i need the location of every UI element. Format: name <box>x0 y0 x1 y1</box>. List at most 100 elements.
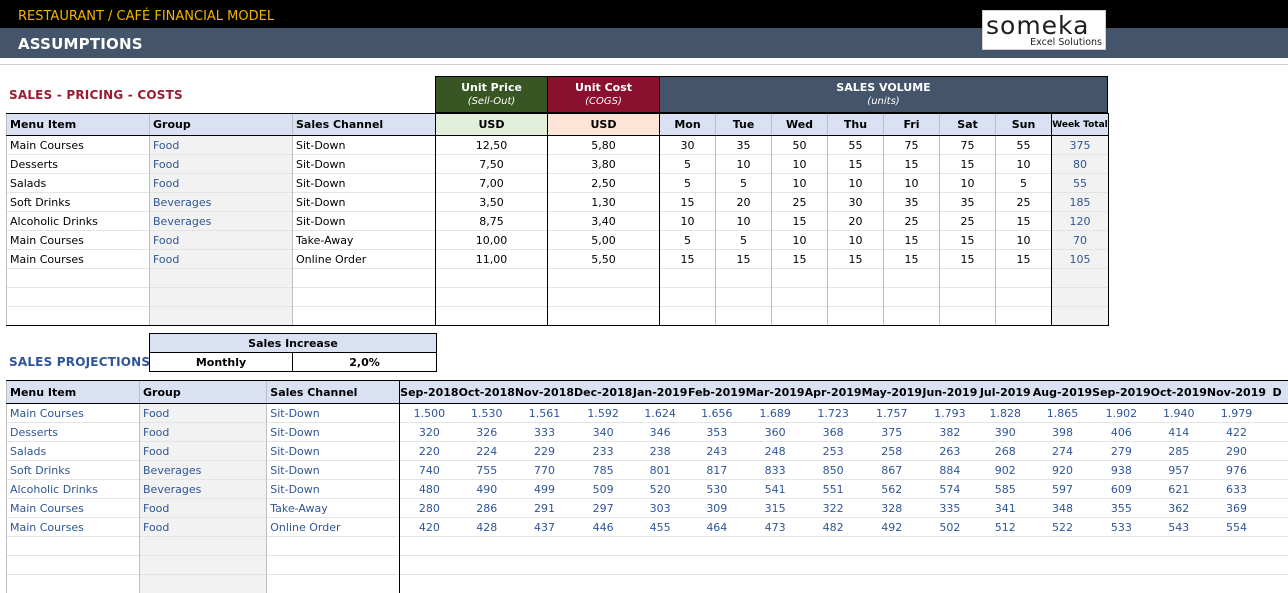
group-cell[interactable] <box>150 269 293 288</box>
volume-cell[interactable]: 5 <box>716 174 772 193</box>
volume-cell[interactable]: 75 <box>884 136 940 155</box>
volume-cell[interactable]: 55 <box>828 136 884 155</box>
volume-cell[interactable]: 50 <box>772 136 828 155</box>
volume-cell[interactable]: 10 <box>996 155 1052 174</box>
menu-item-cell[interactable]: Desserts <box>7 155 150 174</box>
unit-price-cell[interactable]: 3,50 <box>436 193 548 212</box>
volume-cell[interactable]: 25 <box>772 193 828 212</box>
group-cell[interactable]: Food <box>150 250 293 269</box>
volume-cell[interactable]: 15 <box>996 250 1052 269</box>
volume-cell[interactable]: 35 <box>940 193 996 212</box>
volume-cell[interactable]: 25 <box>884 212 940 231</box>
volume-cell[interactable]: 10 <box>772 231 828 250</box>
sales-channel-cell[interactable]: Online Order <box>293 250 436 269</box>
menu-item-cell[interactable] <box>7 288 150 307</box>
sales-channel-cell[interactable]: Sit-Down <box>293 193 436 212</box>
volume-cell[interactable]: 15 <box>940 155 996 174</box>
someka-logo[interactable]: someka Excel Solutions <box>982 10 1106 50</box>
unit-cost-cell[interactable]: 2,50 <box>548 174 660 193</box>
volume-cell[interactable]: 10 <box>996 231 1052 250</box>
unit-price-cell[interactable]: 7,00 <box>436 174 548 193</box>
volume-cell[interactable]: 15 <box>884 231 940 250</box>
unit-price-cell[interactable] <box>436 269 548 288</box>
volume-cell[interactable]: 25 <box>940 212 996 231</box>
volume-cell[interactable] <box>828 307 884 326</box>
unit-cost-cell[interactable]: 5,80 <box>548 136 660 155</box>
sales-channel-cell[interactable]: Sit-Down <box>293 212 436 231</box>
volume-cell[interactable]: 15 <box>772 212 828 231</box>
volume-cell[interactable] <box>828 269 884 288</box>
volume-cell[interactable]: 5 <box>660 231 716 250</box>
group-cell[interactable]: Food <box>150 231 293 250</box>
volume-cell[interactable]: 5 <box>996 174 1052 193</box>
volume-cell[interactable]: 15 <box>940 231 996 250</box>
volume-cell[interactable]: 20 <box>828 212 884 231</box>
volume-cell[interactable]: 10 <box>828 231 884 250</box>
volume-cell[interactable]: 10 <box>716 155 772 174</box>
sales-channel-cell[interactable]: Sit-Down <box>293 136 436 155</box>
volume-cell[interactable] <box>996 288 1052 307</box>
unit-cost-cell[interactable]: 5,50 <box>548 250 660 269</box>
volume-cell[interactable]: 15 <box>660 250 716 269</box>
volume-cell[interactable] <box>660 307 716 326</box>
volume-cell[interactable]: 10 <box>772 155 828 174</box>
group-cell[interactable]: Food <box>150 174 293 193</box>
menu-item-cell[interactable]: Main Courses <box>7 136 150 155</box>
unit-cost-cell[interactable]: 3,40 <box>548 212 660 231</box>
volume-cell[interactable] <box>884 307 940 326</box>
volume-cell[interactable]: 5 <box>660 155 716 174</box>
unit-price-cell[interactable]: 11,00 <box>436 250 548 269</box>
unit-cost-cell[interactable]: 1,30 <box>548 193 660 212</box>
volume-cell[interactable] <box>940 288 996 307</box>
sales-channel-cell[interactable] <box>293 288 436 307</box>
volume-cell[interactable] <box>828 288 884 307</box>
volume-cell[interactable]: 10 <box>884 174 940 193</box>
group-cell[interactable] <box>150 307 293 326</box>
unit-cost-cell[interactable] <box>548 307 660 326</box>
volume-cell[interactable]: 15 <box>940 250 996 269</box>
menu-item-cell[interactable]: Main Courses <box>7 250 150 269</box>
volume-cell[interactable]: 55 <box>996 136 1052 155</box>
group-cell[interactable] <box>150 288 293 307</box>
unit-cost-cell[interactable]: 5,00 <box>548 231 660 250</box>
volume-cell[interactable]: 15 <box>828 250 884 269</box>
volume-cell[interactable] <box>716 307 772 326</box>
sales-channel-cell[interactable]: Sit-Down <box>293 155 436 174</box>
volume-cell[interactable] <box>772 269 828 288</box>
volume-cell[interactable]: 5 <box>660 174 716 193</box>
volume-cell[interactable] <box>716 288 772 307</box>
volume-cell[interactable]: 10 <box>716 212 772 231</box>
volume-cell[interactable] <box>660 288 716 307</box>
menu-item-cell[interactable]: Salads <box>7 174 150 193</box>
unit-price-cell[interactable]: 8,75 <box>436 212 548 231</box>
unit-cost-cell[interactable] <box>548 288 660 307</box>
group-cell[interactable]: Beverages <box>150 212 293 231</box>
volume-cell[interactable] <box>996 269 1052 288</box>
volume-cell[interactable]: 35 <box>884 193 940 212</box>
volume-cell[interactable]: 75 <box>940 136 996 155</box>
volume-cell[interactable] <box>660 269 716 288</box>
volume-cell[interactable] <box>884 269 940 288</box>
group-cell[interactable]: Beverages <box>150 193 293 212</box>
volume-cell[interactable]: 15 <box>884 155 940 174</box>
volume-cell[interactable]: 10 <box>660 212 716 231</box>
sales-channel-cell[interactable]: Sit-Down <box>293 174 436 193</box>
volume-cell[interactable] <box>772 288 828 307</box>
menu-item-cell[interactable]: Main Courses <box>7 231 150 250</box>
volume-cell[interactable]: 10 <box>940 174 996 193</box>
volume-cell[interactable] <box>716 269 772 288</box>
unit-price-cell[interactable]: 7,50 <box>436 155 548 174</box>
volume-cell[interactable]: 15 <box>716 250 772 269</box>
volume-cell[interactable]: 20 <box>716 193 772 212</box>
unit-price-cell[interactable] <box>436 307 548 326</box>
volume-cell[interactable]: 35 <box>716 136 772 155</box>
unit-cost-cell[interactable] <box>548 269 660 288</box>
volume-cell[interactable]: 5 <box>716 231 772 250</box>
sales-channel-cell[interactable] <box>293 269 436 288</box>
volume-cell[interactable]: 15 <box>996 212 1052 231</box>
menu-item-cell[interactable] <box>7 269 150 288</box>
menu-item-cell[interactable] <box>7 307 150 326</box>
sales-increase-value[interactable]: 2,0% <box>293 353 437 372</box>
volume-cell[interactable]: 15 <box>772 250 828 269</box>
volume-cell[interactable] <box>772 307 828 326</box>
